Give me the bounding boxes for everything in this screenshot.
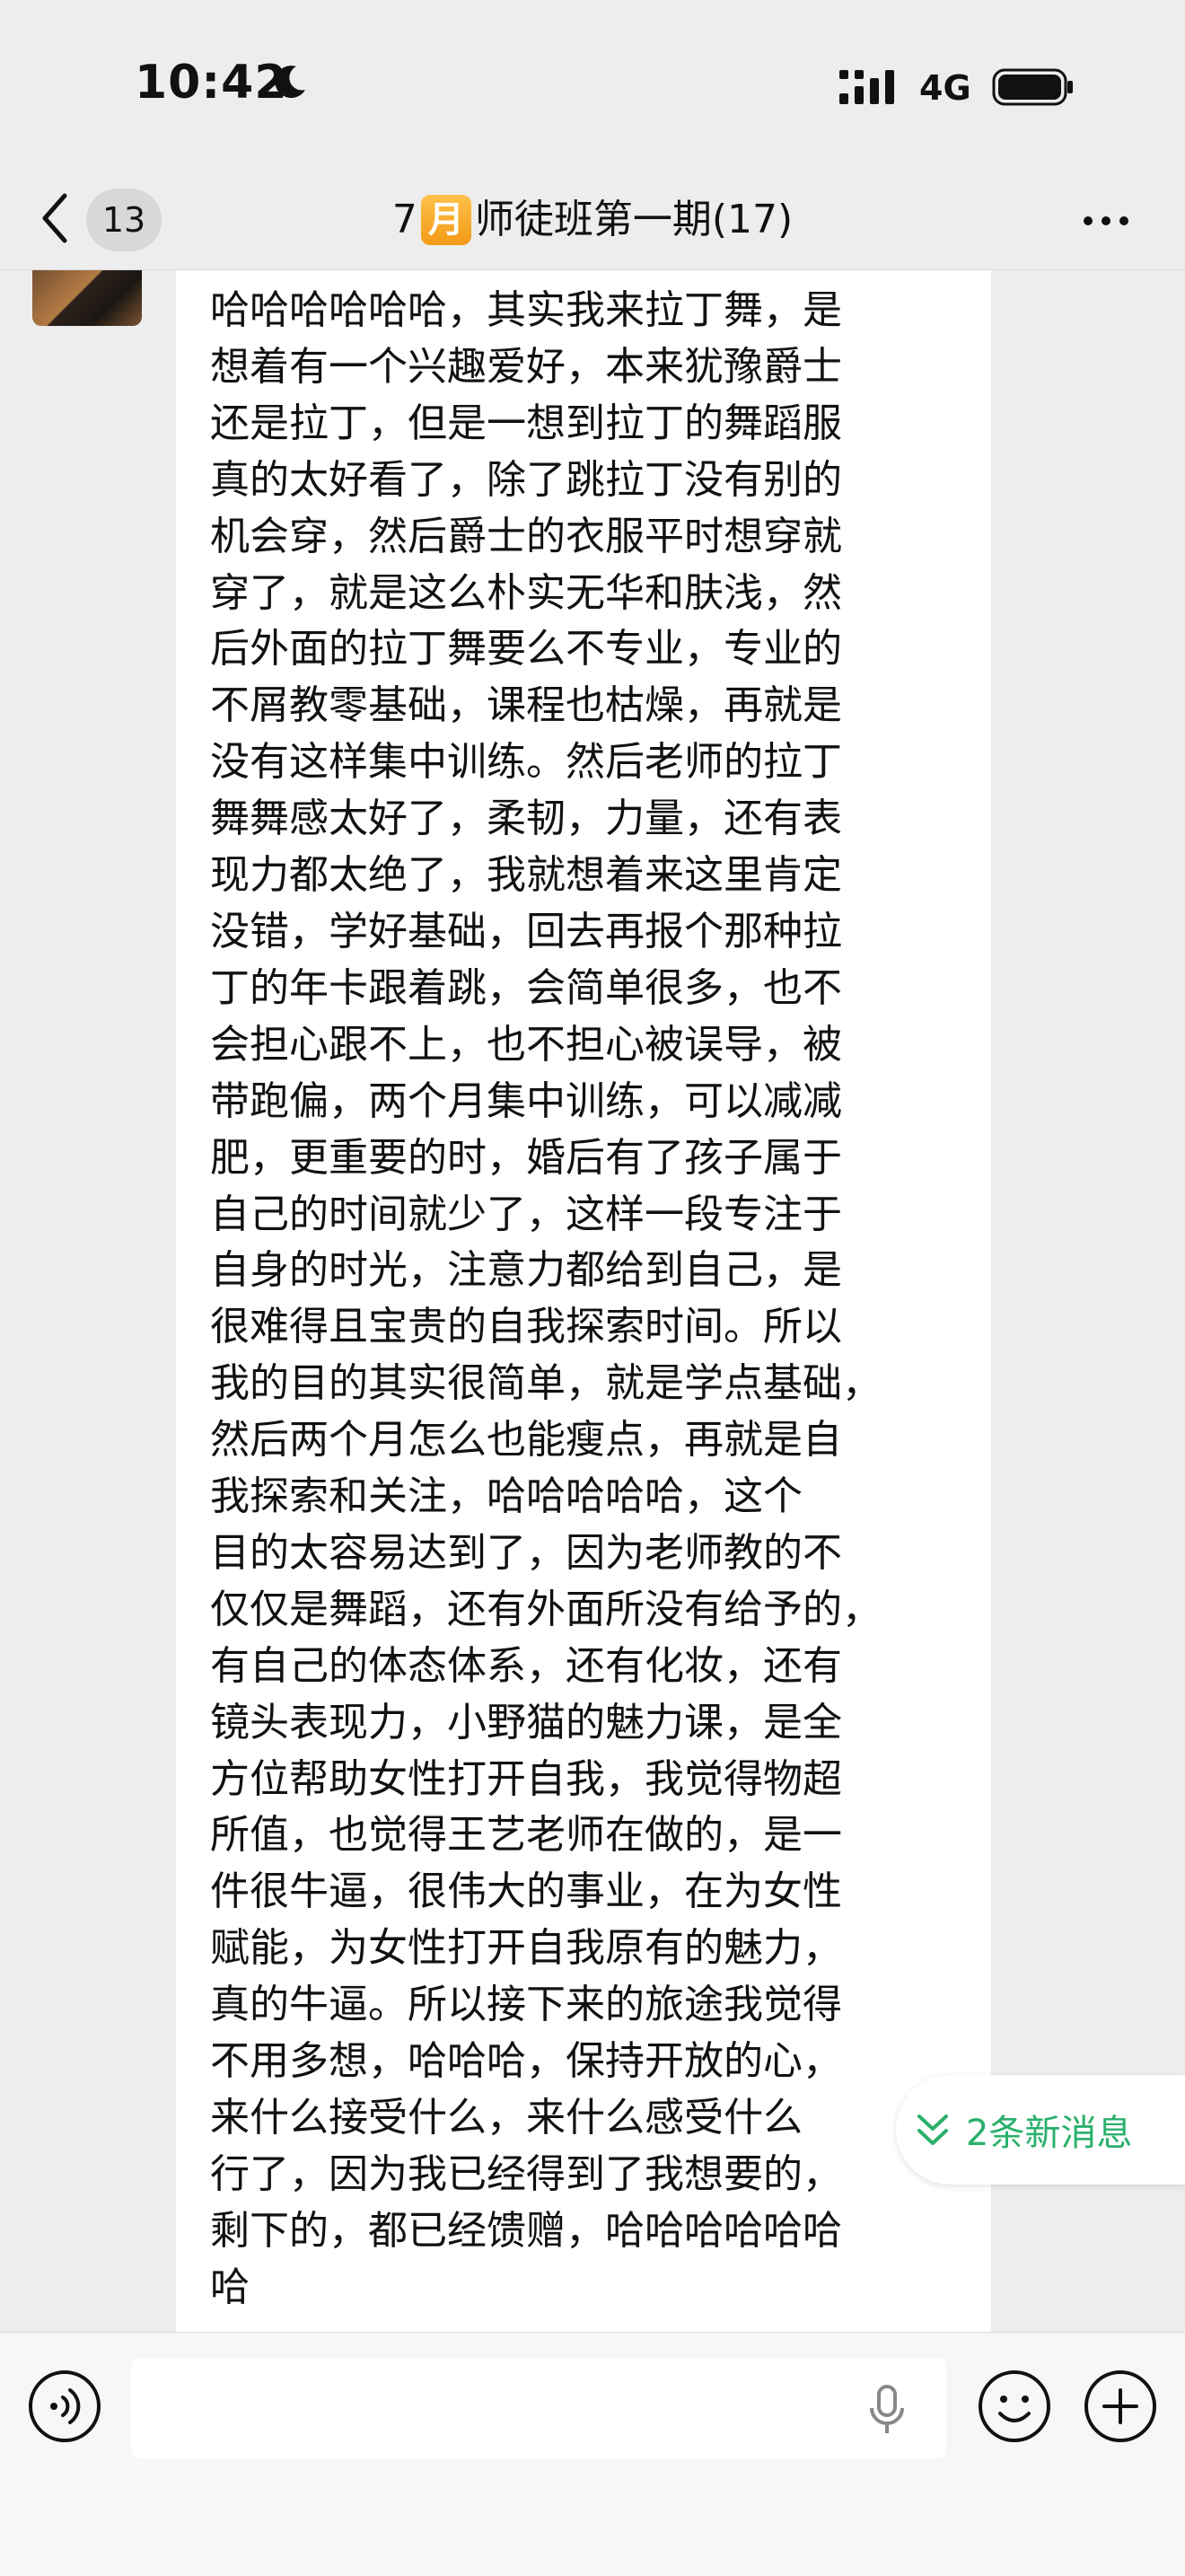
moon-icon [275,66,305,99]
message-input[interactable] [131,2358,946,2458]
month-badge: 月 [420,195,471,245]
chat-title: 7 月 师徒班第一期(17) [323,189,862,251]
network-type: 4G [919,68,971,108]
chat-area[interactable]: 哈哈哈哈哈哈，其实我来拉丁舞，是 想着有一个兴趣爱好，本来犹豫爵士 还是拉丁，但… [0,270,1185,2332]
voice-icon[interactable] [27,2369,102,2444]
new-messages-button[interactable]: 2条新消息 [896,2075,1185,2185]
avatar[interactable] [32,270,142,326]
status-time: 10:42 [135,56,288,110]
plus-icon[interactable] [1083,2369,1158,2444]
input-bar [0,2332,1185,2576]
double-chevron-down-icon [917,2114,948,2145]
message-text: 哈哈哈哈哈哈，其实我来拉丁舞，是 想着有一个兴趣爱好，本来犹豫爵士 还是拉丁，但… [210,287,882,2310]
chat-title-prefix: 7 [391,197,417,242]
unread-count-badge[interactable]: 13 [86,189,162,251]
signal-icon [839,70,894,104]
emoji-icon[interactable] [977,2369,1052,2444]
new-messages-label: 2条新消息 [966,2113,1133,2154]
more-icon[interactable] [1079,203,1133,239]
back-icon[interactable] [36,187,72,250]
battery-icon [992,68,1073,106]
status-bar: 10:42 4G [0,0,1185,171]
chat-title-suffix: 师徒班第一期(17) [474,197,794,242]
nav-bar: 13 7 月 师徒班第一期(17) [0,171,1185,270]
message-bubble[interactable]: 哈哈哈哈哈哈，其实我来拉丁舞，是 想着有一个兴趣爱好，本来犹豫爵士 还是拉丁，但… [176,270,991,2332]
mic-icon[interactable] [867,2385,907,2435]
